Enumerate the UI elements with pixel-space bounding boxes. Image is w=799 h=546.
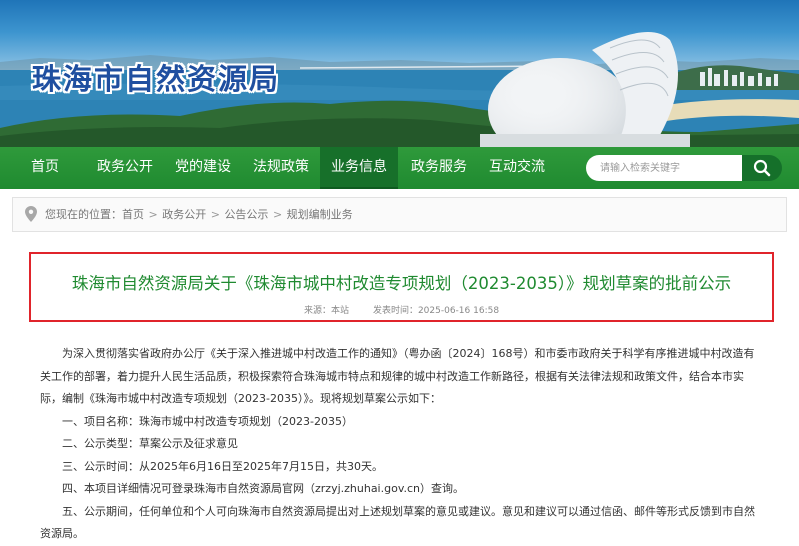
breadcrumb-item-government-affairs[interactable]: 政务公开 [162,208,206,221]
breadcrumb-item-announcements[interactable]: 公告公示 [224,208,268,221]
article-paragraph-item-1: 一、项目名称：珠海市城中村改造专项规划（2023-2035） [62,414,353,428]
breadcrumb-prefix: 您现在的位置： [45,208,122,221]
site-logo-title[interactable]: 珠海市自然资源局 [32,56,280,98]
location-pin-icon [25,206,37,222]
breadcrumb-separator: > [272,208,283,221]
article-paragraph-item-4: 四、本项目详细情况可登录珠海市自然资源局官网（zrzyj.zhuhai.gov.… [62,482,464,495]
article-paragraph-item-2: 二、公示类型：草案公示及征求意见 [62,437,238,450]
nav-item-party-building[interactable]: 党的建设 [168,147,238,189]
article-paragraph-item-5: 五、公示期间，任何单位和个人可向珠海市自然资源局提出对上述规划草案的意见或建议。… [40,504,755,541]
nav-item-interaction[interactable]: 互动交流 [482,147,552,189]
nav-item-regulations[interactable]: 法规政策 [246,147,316,189]
search-icon [753,159,771,177]
article-date: 发表时间：2025-06-16 16:58 [372,306,500,316]
article-title: 珠海市自然资源局关于《珠海市城中村改造专项规划（2023-2035）》规划草案的… [71,274,732,293]
nav-item-government-services[interactable]: 政务服务 [404,147,474,189]
search-button[interactable] [742,155,782,181]
breadcrumb-item-home[interactable]: 首页 [122,208,144,221]
search-input[interactable] [586,155,742,181]
article-meta: 来源：本站 发表时间：2025-06-16 16:58 [31,303,772,316]
article-paragraph-item-3: 三、公示时间：从2025年6月16日至2025年7月15日，共30天。 [62,459,383,473]
breadcrumb-item-planning[interactable]: 规划编制业务 [287,208,353,221]
nav-item-home[interactable]: 首页 [20,147,70,189]
article-source: 来源：本站 [303,306,349,316]
breadcrumb-separator: > [210,208,220,221]
breadcrumb-separator: > [148,208,158,221]
article-paragraph-intro: 为深入贯彻落实省政府办公厅《关于深入推进城中村改造工作的通知》（粤办函〔2024… [40,347,755,405]
breadcrumb: 您现在的位置：首页 > 政务公开 > 公告公示 > 规划编制业务 [12,197,787,232]
main-navigation: 首页 政务公开 党的建设 法规政策 业务信息 政务服务 互动交流 [0,147,799,189]
nav-item-government-affairs[interactable]: 政务公开 [90,147,160,189]
breadcrumb-trail: 您现在的位置：首页 > 政务公开 > 公告公示 > 规划编制业务 [45,198,353,231]
article-body: 为深入贯彻落实省政府办公厅《关于深入推进城中村改造工作的通知》（粤办函〔2024… [40,343,762,546]
article-header-highlight: 珠海市自然资源局关于《珠海市城中村改造专项规划（2023-2035）》规划草案的… [29,252,774,322]
header-banner: 珠海市自然资源局 [0,0,799,147]
nav-item-business-info[interactable]: 业务信息 [320,147,398,189]
